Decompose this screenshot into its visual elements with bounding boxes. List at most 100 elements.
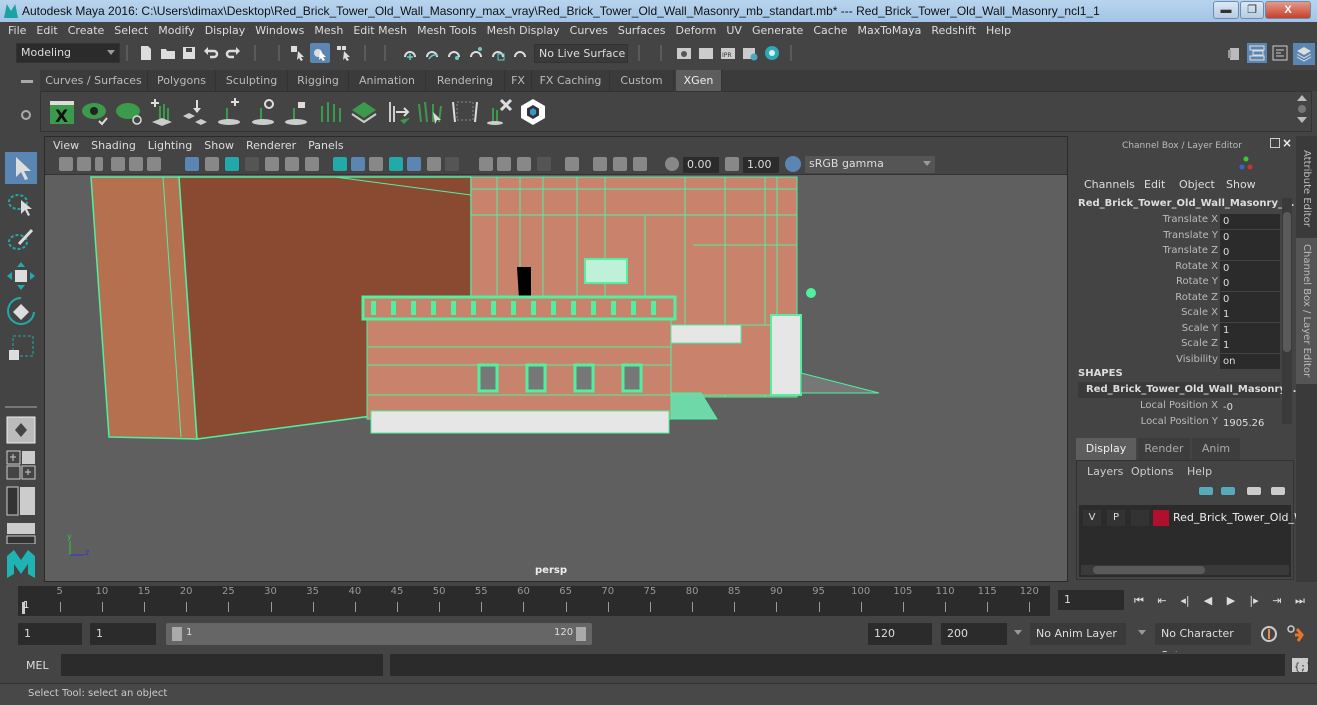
move-tool-icon[interactable] — [5, 260, 37, 292]
layer-tab-render[interactable]: Render — [1138, 438, 1190, 460]
layer-hscrollbar[interactable] — [1081, 565, 1289, 575]
delete-guides-icon[interactable] — [485, 98, 513, 126]
undo-icon[interactable] — [203, 45, 219, 61]
persp-outliner-layout-icon[interactable] — [5, 486, 37, 516]
playback-start-field[interactable]: 1 — [90, 623, 156, 645]
sculpt-guides-icon[interactable] — [417, 98, 445, 126]
hypershade-icon[interactable] — [764, 45, 780, 61]
paint-density-icon[interactable] — [350, 98, 378, 126]
xray-active-icon[interactable] — [613, 157, 627, 171]
snap-grid-icon[interactable] — [402, 45, 418, 61]
attr-value-field[interactable]: 0 — [1220, 229, 1280, 245]
field-chart-icon[interactable] — [265, 157, 279, 171]
depth-of-field-icon[interactable] — [537, 157, 551, 171]
shelf-menu-icon[interactable] — [21, 80, 33, 83]
channel-box-layer-editor-tab[interactable]: Channel Box / Layer Editor — [1296, 238, 1317, 384]
menu-deform[interactable]: Deform — [670, 22, 721, 40]
menu-generate[interactable]: Generate — [747, 22, 808, 40]
layer-tab-display[interactable]: Display — [1076, 438, 1136, 460]
layer-row[interactable]: V P Red_Brick_Tower_Old_W — [1079, 509, 1305, 527]
toggle-guide-visibility-icon[interactable] — [249, 98, 277, 126]
save-scene-icon[interactable] — [181, 45, 197, 61]
range-start-handle[interactable] — [172, 627, 182, 641]
time-slider-bar[interactable]: 1 5 10 15 20 25 30 35 40 45 50 55 60 65 70 75 80 85 90 95 1… — [18, 586, 1050, 616]
camera-attributes-icon[interactable] — [77, 157, 91, 171]
layer-menu-options[interactable]: Options — [1131, 465, 1173, 478]
new-scene-icon[interactable] — [138, 45, 154, 61]
restore-button[interactable]: ❐ — [1240, 1, 1264, 19]
minimize-button[interactable]: ▬ — [1213, 1, 1239, 19]
layer-playback-toggle[interactable]: P — [1107, 510, 1125, 526]
xgen-editor-icon[interactable]: X — [48, 98, 76, 126]
shelf-tab-polygons[interactable]: Polygons — [148, 70, 216, 91]
attribute-editor-tab[interactable]: Attribute Editor — [1296, 142, 1317, 234]
channel-box-toggle[interactable] — [1293, 43, 1315, 65]
menu-redshift[interactable]: Redshift — [926, 22, 981, 40]
smooth-shade-icon[interactable] — [351, 157, 365, 171]
step-forward-key-icon[interactable]: ⇥ — [1270, 594, 1284, 608]
shelf-tab-xgen[interactable]: XGen — [676, 70, 722, 91]
persp-graph-layout-icon[interactable] — [5, 522, 37, 544]
open-scene-icon[interactable] — [160, 45, 176, 61]
snap-point-icon[interactable] — [446, 45, 462, 61]
character-set-dropdown[interactable]: No Character Set — [1155, 623, 1251, 662]
textured-icon[interactable] — [407, 157, 421, 171]
screen-space-ao-icon[interactable] — [479, 157, 493, 171]
shadows-icon[interactable] — [445, 157, 459, 171]
tool-settings-icon[interactable] — [1272, 45, 1288, 61]
close-panel-icon[interactable]: × — [1282, 136, 1294, 150]
shelf-scroll-thumb[interactable] — [1298, 105, 1306, 113]
attr-value-field[interactable]: 0 — [1220, 214, 1280, 229]
attr-value-field[interactable]: 0 — [1220, 245, 1280, 260]
animation-preferences-icon[interactable] — [1287, 625, 1307, 643]
play-forwards-icon[interactable]: ▶ — [1224, 594, 1238, 608]
render-settings-icon[interactable] — [742, 45, 758, 61]
go-to-end-icon[interactable]: ⏭ — [1293, 594, 1307, 608]
shape-attr-value[interactable]: 1905.26 — [1220, 416, 1280, 431]
select-tool-button[interactable] — [5, 152, 37, 184]
playback-end-field[interactable]: 120 — [868, 623, 932, 645]
render-view-icon[interactable] — [676, 45, 692, 61]
vp-menu-view[interactable]: View — [47, 137, 85, 155]
single-perspective-layout-icon[interactable] — [5, 416, 37, 444]
anti-aliasing-icon[interactable] — [517, 157, 531, 171]
shape-node-name[interactable]: Red_Brick_Tower_Old_Wall_Masonry... — [1078, 382, 1296, 398]
shelf-tab-sculpting[interactable]: Sculpting — [216, 70, 288, 91]
command-language-toggle[interactable]: MEL — [26, 659, 49, 672]
step-back-key-icon[interactable]: ⇤ — [1155, 594, 1169, 608]
range-end-handle[interactable] — [576, 627, 586, 641]
snap-view-plane-icon[interactable] — [490, 45, 506, 61]
attr-value-field[interactable]: 1 — [1220, 322, 1280, 338]
menu-maxtomaya[interactable]: MaxToMaya — [853, 22, 927, 40]
add-guide-icon[interactable] — [215, 98, 243, 126]
exposure-icon[interactable] — [665, 157, 679, 171]
cb-menu-edit[interactable]: Edit — [1144, 178, 1165, 191]
render-current-icon[interactable] — [698, 45, 714, 61]
image-plane-icon[interactable] — [111, 157, 125, 171]
shelf-tab-rigging[interactable]: Rigging — [288, 70, 349, 91]
vp-menu-show[interactable]: Show — [198, 137, 240, 155]
cut-guides-icon[interactable] — [384, 98, 412, 126]
layer-color-swatch[interactable] — [1153, 510, 1169, 526]
menu-mesh-tools[interactable]: Mesh Tools — [412, 22, 482, 40]
scroll-down-icon[interactable] — [1297, 117, 1307, 123]
exposure-field[interactable]: 0.00 — [683, 157, 719, 173]
scale-tool-icon[interactable] — [5, 332, 37, 364]
gamma-field[interactable]: 1.00 — [743, 157, 779, 173]
menu-help[interactable]: Help — [981, 22, 1016, 40]
menu-select[interactable]: Select — [109, 22, 153, 40]
four-view-layout-icon[interactable] — [5, 450, 37, 480]
attr-value-field[interactable]: 0 — [1220, 291, 1280, 307]
script-editor-icon[interactable]: {;} — [1291, 656, 1309, 674]
scene-start-field[interactable]: 1 — [18, 623, 82, 645]
move-layer-up-icon[interactable] — [1199, 487, 1213, 495]
make-live-icon[interactable] — [512, 45, 528, 61]
attribute-editor-toggle[interactable] — [1247, 43, 1267, 63]
step-forward-frame-icon[interactable]: |▸ — [1247, 594, 1261, 608]
menu-edit[interactable]: Edit — [31, 22, 62, 40]
step-back-frame-icon[interactable]: ◂| — [1178, 594, 1192, 608]
place-guides-icon[interactable] — [181, 98, 209, 126]
resolution-gate-icon[interactable] — [225, 157, 239, 171]
auto-keyframe-icon[interactable] — [1260, 625, 1278, 643]
hscroll-thumb[interactable] — [1093, 566, 1205, 574]
